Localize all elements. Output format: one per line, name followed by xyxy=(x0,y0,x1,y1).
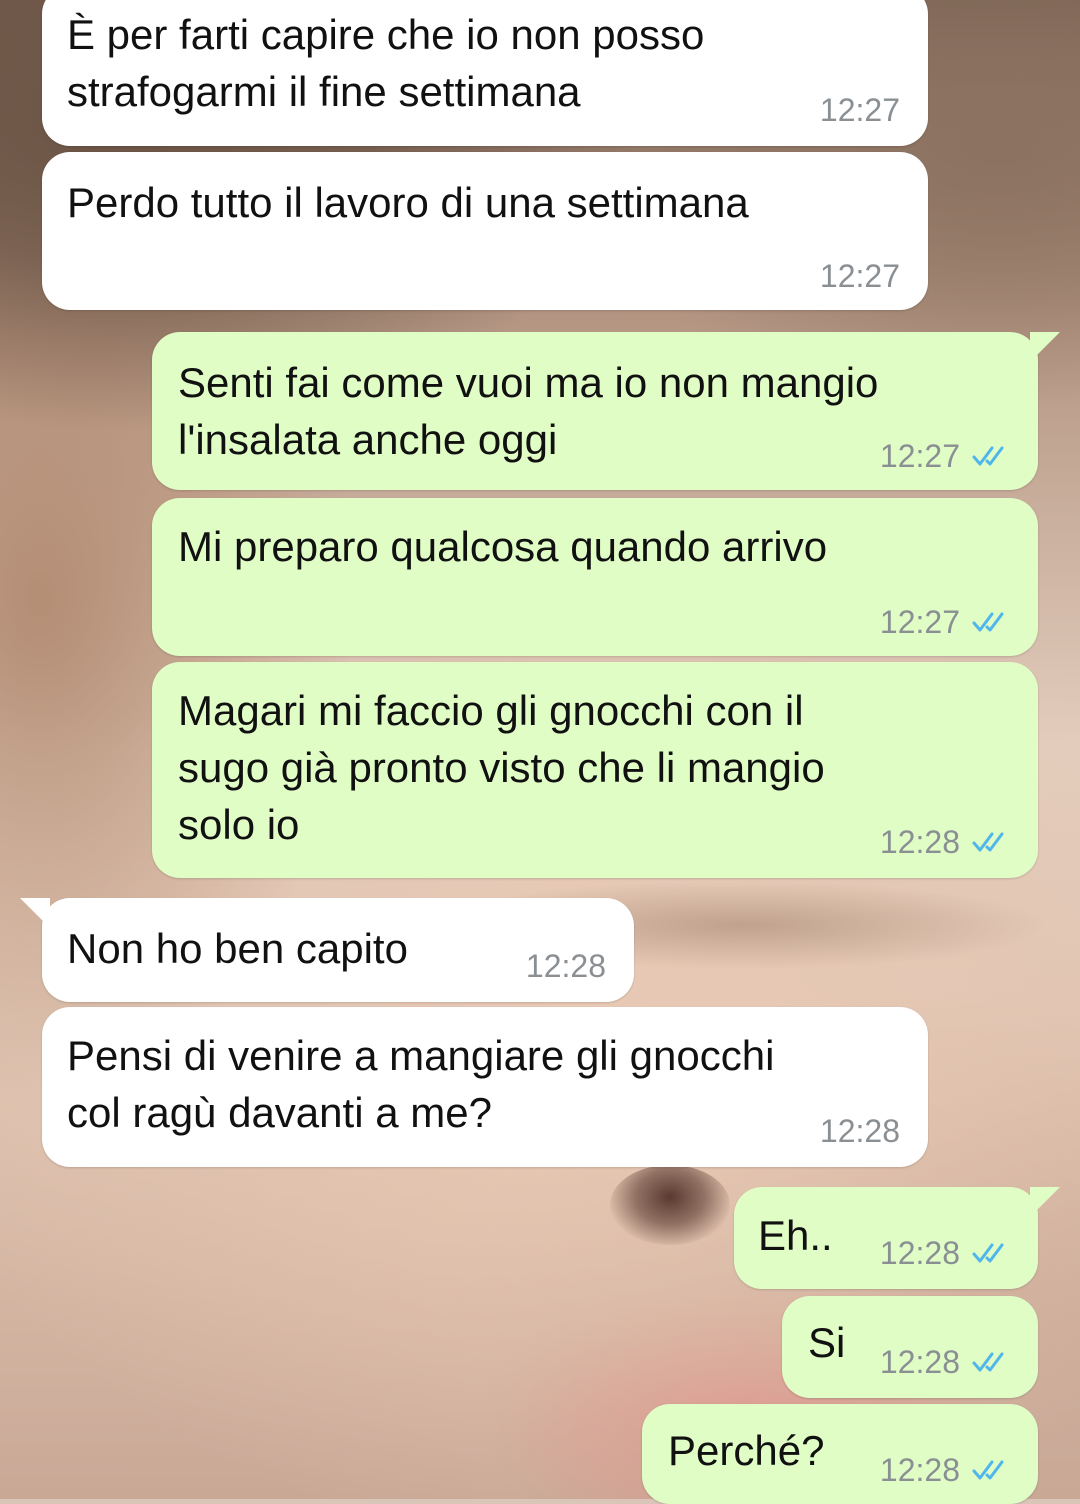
message-text: Magari mi faccio gli gnocchi con il sugo… xyxy=(178,687,825,848)
message-bubble-outgoing[interactable]: Magari mi faccio gli gnocchi con il sugo… xyxy=(152,662,1038,878)
message-time: 12:27 xyxy=(879,438,960,474)
message-text: Pensi di venire a mangiare gli gnocchi c… xyxy=(67,1032,775,1136)
message-bubble-incoming[interactable]: Pensi di venire a mangiare gli gnocchi c… xyxy=(42,1007,928,1167)
message-bubble-outgoing[interactable]: Mi preparo qualcosa quando arrivo 12:27 xyxy=(152,498,1038,656)
message-meta: 12:28 xyxy=(880,1235,1012,1271)
message-time: 12:27 xyxy=(819,258,900,294)
message-time: 12:28 xyxy=(525,948,606,984)
double-check-icon xyxy=(972,1460,1004,1480)
double-check-icon xyxy=(972,446,1004,466)
message-text: Si xyxy=(808,1319,846,1366)
message-meta: 12:28 xyxy=(820,1113,900,1149)
message-text: Mi preparo qualcosa quando arrivo xyxy=(178,523,828,570)
message-time: 12:28 xyxy=(879,1344,960,1380)
message-text: Eh.. xyxy=(758,1212,833,1259)
message-meta: 12:28 xyxy=(880,1452,1012,1488)
message-meta: 12:28 xyxy=(880,824,1012,860)
message-meta: 12:27 xyxy=(820,258,900,294)
message-time: 12:28 xyxy=(879,1235,960,1271)
message-bubble-outgoing[interactable]: Eh.. 12:28 xyxy=(734,1187,1060,1289)
message-bubble-outgoing[interactable]: Senti fai come vuoi ma io non mangio l'i… xyxy=(152,332,1060,490)
message-meta: 12:27 xyxy=(880,604,1012,640)
message-bubble-incoming[interactable]: Non ho ben capito 12:28 xyxy=(20,898,634,1002)
message-text: Perché? xyxy=(668,1427,825,1474)
double-check-icon xyxy=(972,1243,1004,1263)
message-bubble-outgoing[interactable]: Perché? 12:28 xyxy=(642,1404,1038,1504)
message-bubble-outgoing[interactable]: Si 12:28 xyxy=(782,1296,1038,1398)
message-bubble-incoming[interactable]: È per farti capire che io non posso stra… xyxy=(42,0,928,146)
message-time: 12:28 xyxy=(819,1113,900,1149)
message-text: È per farti capire che io non posso stra… xyxy=(67,11,705,115)
double-check-icon xyxy=(972,832,1004,852)
message-text: Perdo tutto il lavoro di una settimana xyxy=(67,179,749,226)
message-time: 12:28 xyxy=(879,1452,960,1488)
message-meta: 12:27 xyxy=(880,438,1012,474)
double-check-icon xyxy=(972,1352,1004,1372)
message-bubble-incoming[interactable]: Perdo tutto il lavoro di una settimana 1… xyxy=(42,152,928,310)
message-time: 12:28 xyxy=(879,824,960,860)
message-meta: 12:27 xyxy=(820,92,900,128)
message-meta: 12:28 xyxy=(526,948,606,984)
message-text: Non ho ben capito xyxy=(67,925,408,972)
chat-messages[interactable]: È per farti capire che io non posso stra… xyxy=(0,0,1080,1504)
message-text: Senti fai come vuoi ma io non mangio l'i… xyxy=(178,359,879,463)
message-meta: 12:28 xyxy=(880,1344,1012,1380)
message-time: 12:27 xyxy=(879,604,960,640)
message-time: 12:27 xyxy=(819,92,900,128)
double-check-icon xyxy=(972,612,1004,632)
